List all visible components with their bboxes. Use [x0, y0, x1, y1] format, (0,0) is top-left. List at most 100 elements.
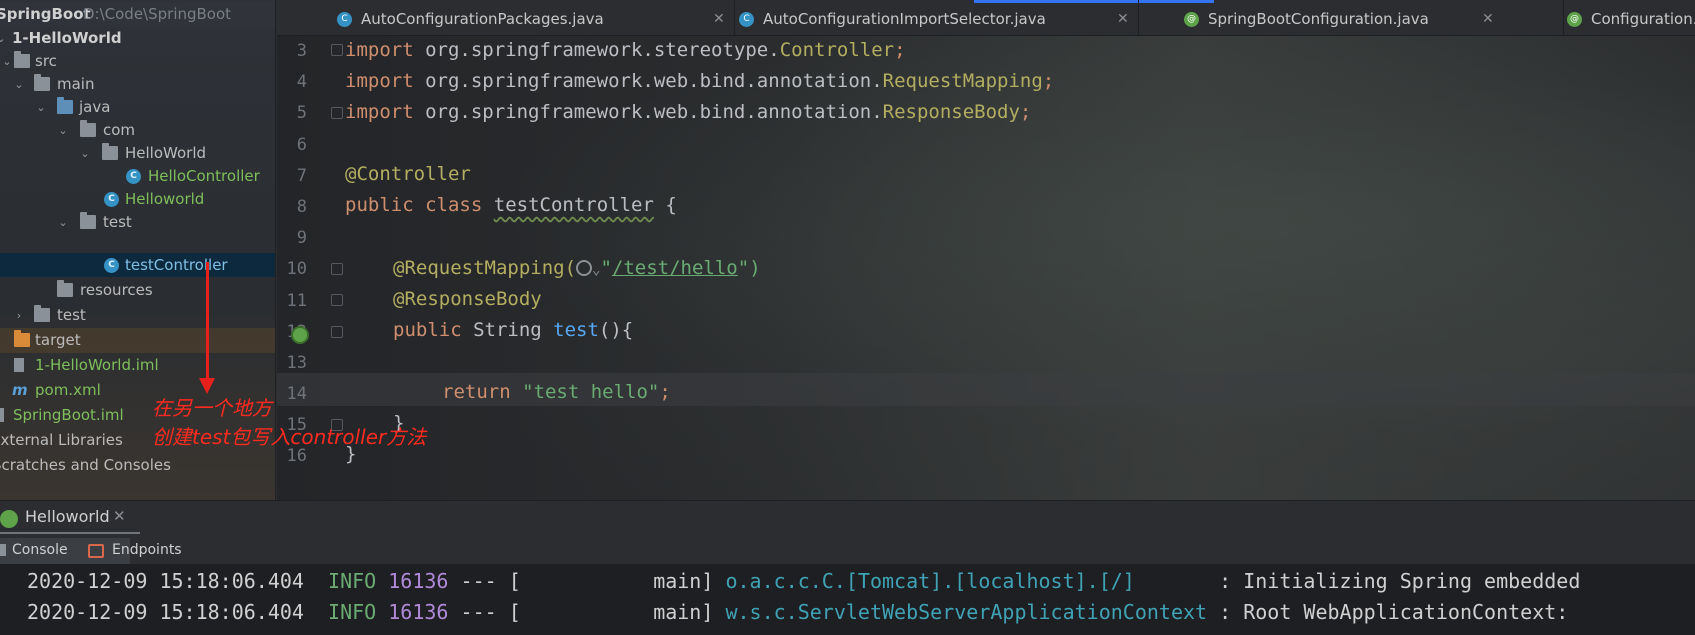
console-icon: [0, 544, 6, 556]
chevron-down-icon: ⌄: [58, 216, 68, 229]
tree-item-label: 1-HelloWorld.iml: [35, 356, 159, 374]
run-subtabs: Console Endpoints: [0, 534, 1695, 564]
tree-item-java[interactable]: ⌄ java: [0, 95, 275, 120]
close-icon[interactable]: ✕: [1117, 0, 1129, 38]
fold-marker-icon[interactable]: [331, 294, 343, 306]
tab-springbootconfiguration[interactable]: @ SpringBootConfiguration.java ✕: [1184, 0, 1564, 36]
tree-item-label: SpringBoot.iml: [13, 406, 124, 424]
tree-item-label: src: [35, 52, 57, 70]
chevron-down-icon: ⌄: [2, 55, 12, 68]
class-icon: C: [739, 12, 754, 27]
project-root-name: SpringBoot: [0, 5, 91, 23]
tab-label: AutoConfigurationImportSelector.java: [763, 10, 1046, 28]
code-line-3: import org.springframework.stereotype.Co…: [345, 39, 906, 61]
excluded-folder-icon: [14, 330, 30, 347]
run-tool-window-header: Helloworld ✕: [0, 500, 1695, 535]
tree-item-scratches[interactable]: Scratches and Consoles: [0, 453, 275, 478]
chevron-down-icon: ⌄: [80, 147, 90, 160]
tab-label: Console: [12, 542, 68, 558]
tab-label: SpringBootConfiguration.java: [1208, 10, 1429, 28]
line-number: 14: [286, 384, 307, 404]
spring-annotation-icon: @: [1567, 12, 1582, 27]
package-icon: [102, 143, 118, 160]
tree-item-label: testController: [125, 256, 228, 274]
tree-item-label: java: [79, 98, 111, 116]
tree-item-label: 1-HelloWorld: [12, 29, 122, 47]
web-endpoint-gutter-icon[interactable]: [291, 326, 309, 344]
source-folder-icon: [57, 97, 73, 114]
run-tab-helloworld[interactable]: Helloworld ✕: [0, 501, 140, 535]
package-icon: [80, 212, 96, 229]
code-line-11: @ResponseBody: [393, 288, 542, 310]
tab-label: Endpoints: [112, 542, 182, 558]
tree-item-label: pom.xml: [35, 381, 101, 399]
tree-item-label: main: [57, 75, 95, 93]
tree-item-module-iml[interactable]: 1-HelloWorld.iml: [0, 353, 275, 378]
tree-item-com[interactable]: ⌄ com: [0, 118, 275, 143]
chevron-down-icon: ⌄: [58, 124, 68, 137]
line-number: 6: [296, 135, 307, 155]
class-icon: C: [337, 12, 352, 27]
tree-item-helloworld-class[interactable]: C Helloworld: [0, 187, 275, 212]
tree-item-label: HelloWorld: [125, 144, 207, 162]
iml-file-icon: [0, 408, 4, 422]
tree-item-target[interactable]: target: [0, 328, 275, 353]
line-number: 3: [296, 41, 307, 61]
tab-autoconfigurationpackages[interactable]: C AutoConfigurationPackages.java ✕: [337, 0, 735, 36]
fold-marker-icon[interactable]: [331, 107, 343, 119]
tree-item-module[interactable]: ⌄ 1-HelloWorld: [0, 26, 275, 51]
tab-console[interactable]: Console: [0, 538, 130, 564]
project-root-path: D:\Code\SpringBoot: [83, 5, 232, 23]
fold-marker-icon[interactable]: [331, 44, 343, 56]
endpoints-icon: [88, 544, 104, 558]
console-output[interactable]: 2020-12-09 15:18:06.404 INFO 16136 --- […: [0, 564, 1695, 635]
line-number: 11: [286, 291, 307, 311]
annotation-arrow: [206, 262, 209, 382]
fold-marker-icon[interactable]: [331, 263, 343, 275]
iml-file-icon: [14, 358, 24, 372]
code-line-7: @Controller: [345, 163, 471, 185]
tree-item-helloworld-package[interactable]: ⌄ HelloWorld: [0, 141, 275, 166]
chevron-right-icon: ›: [16, 309, 22, 322]
tab-label: Configuration.: [1591, 10, 1695, 28]
package-icon: [80, 120, 96, 137]
tab-configuration[interactable]: @ Configuration.: [1567, 0, 1695, 36]
tree-item-label: Scratches and Consoles: [0, 456, 171, 474]
tree-item-resources[interactable]: resources: [0, 278, 275, 303]
tree-item-test-package[interactable]: ⌄ test: [0, 210, 275, 235]
maven-icon: m: [12, 381, 28, 399]
tree-item-label: test: [103, 213, 132, 231]
line-number: 10: [286, 259, 307, 279]
code-line-4: import org.springframework.web.bind.anno…: [345, 70, 1055, 92]
tab-autoconfigurationimportselector[interactable]: C AutoConfigurationImportSelector.java ✕: [739, 0, 1139, 36]
annotation-text-line2: 创建test包写入controller方法: [152, 425, 427, 449]
tree-item-label: target: [35, 331, 81, 349]
annotation-text-line1: 在另一个地方: [152, 396, 272, 420]
tree-item-hellocontroller[interactable]: C HelloController: [0, 164, 275, 189]
spring-annotation-icon: @: [1184, 12, 1199, 27]
fold-marker-icon[interactable]: [331, 326, 343, 338]
resources-folder-icon: [57, 280, 73, 297]
folder-icon: [14, 51, 30, 68]
tree-item-main[interactable]: ⌄ main: [0, 72, 275, 97]
tree-item-test-folder[interactable]: › test: [0, 303, 275, 328]
close-icon[interactable]: ✕: [1482, 0, 1494, 38]
globe-icon[interactable]: [576, 260, 593, 276]
close-icon[interactable]: ✕: [113, 507, 126, 525]
folder-icon: [34, 305, 50, 322]
tree-item-label: test: [57, 306, 86, 324]
project-root-row[interactable]: SpringBoot D:\Code\SpringBoot: [0, 2, 275, 27]
chevron-down-icon: ⌄: [0, 26, 8, 51]
tree-item-label: resources: [80, 281, 153, 299]
tree-item-testcontroller[interactable]: C testController: [0, 253, 275, 277]
class-icon: C: [126, 169, 141, 184]
close-icon[interactable]: ✕: [713, 0, 725, 38]
tree-item-src[interactable]: ⌄ src: [0, 49, 275, 74]
editor-tab-bar: C AutoConfigurationPackages.java ✕ C Aut…: [277, 0, 1695, 36]
chevron-down-icon: ⌄: [14, 78, 24, 91]
line-number: 13: [286, 353, 307, 373]
line-number: 4: [296, 72, 307, 92]
code-editor[interactable]: 3 4 5 6 7 8 9 10 11 12 13 14 15 16 impor…: [277, 36, 1695, 500]
line-number: 5: [296, 103, 307, 123]
log-line: 2020-12-09 15:18:06.404 INFO 16136 --- […: [27, 600, 1569, 624]
